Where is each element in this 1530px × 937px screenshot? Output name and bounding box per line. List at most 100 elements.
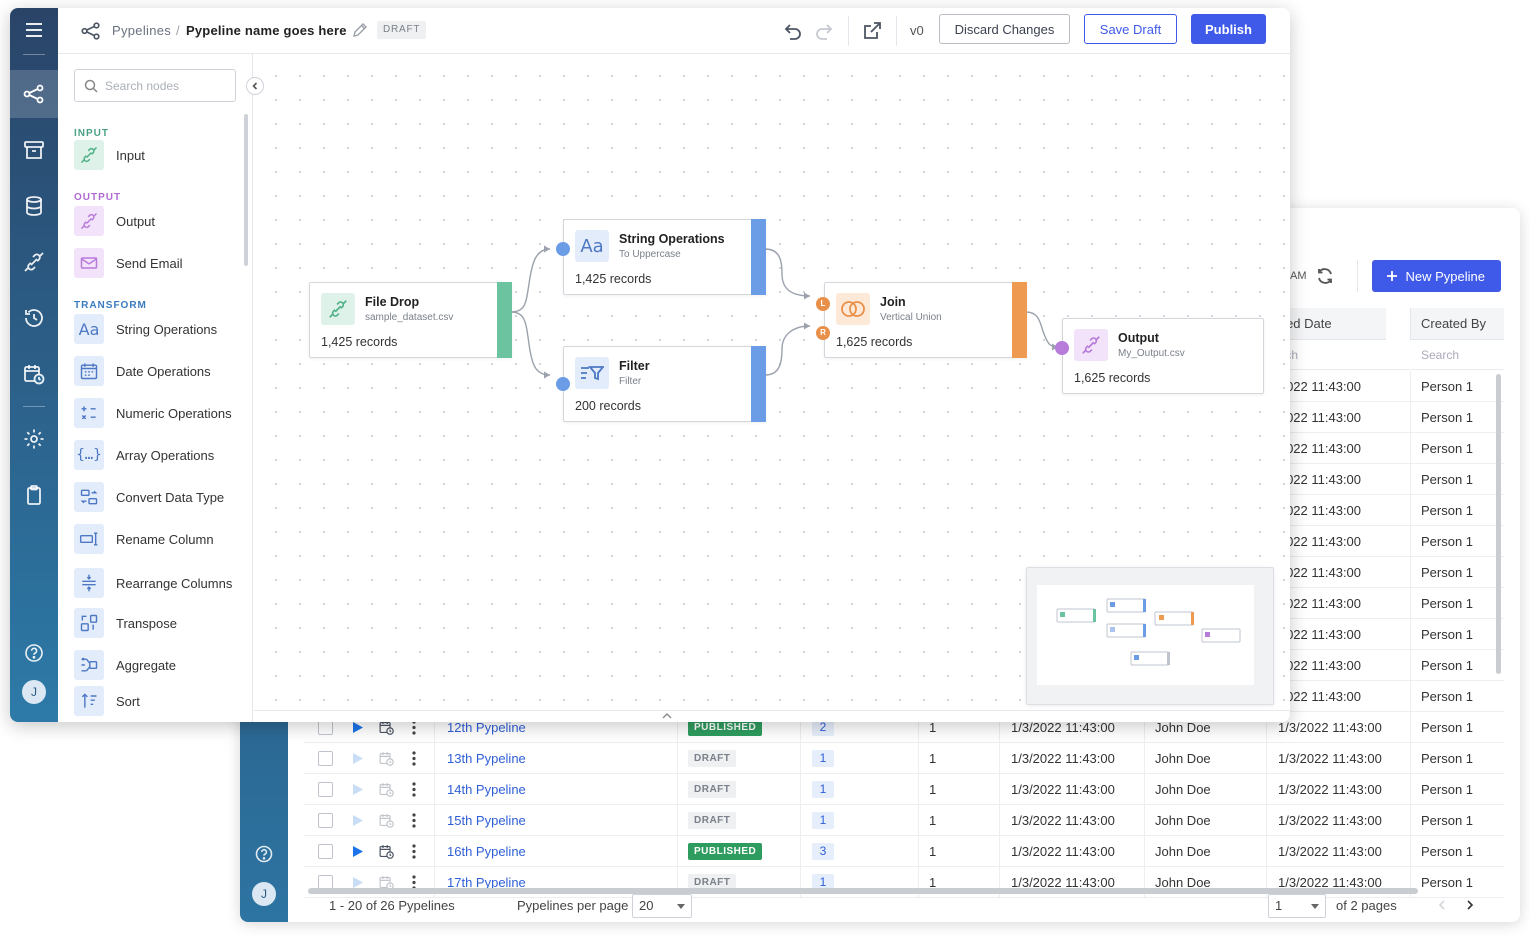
minimap[interactable] [1026,567,1274,705]
palette-item-string-operations[interactable]: Aa String Operations [74,314,244,346]
schedule-icon[interactable] [378,812,395,829]
table-row[interactable]: 3/2022 11:43:00 Person 1 [1264,526,1504,557]
per-page-select[interactable]: 20 [632,894,692,918]
palette-item-convert-data-type[interactable]: Convert Data Type [74,482,244,514]
schedule-icon[interactable] [22,362,46,386]
node-join[interactable]: Join Vertical Union 1,625 records [824,282,1027,358]
table-row[interactable]: 3/2022 11:43:00 Person 1 [1264,371,1504,402]
table-row[interactable]: 15th Pypeline DRAFT 1 1 1/3/2022 11:43:00 Joh… [304,805,1504,836]
play-icon[interactable] [352,814,364,827]
palette-item-send-email[interactable]: Send Email [74,248,244,280]
edit-name-icon[interactable] [352,22,368,38]
row-checkbox[interactable] [318,844,333,859]
pipelines-icon[interactable] [22,82,46,106]
table-row[interactable]: 3/2022 11:43:00 Person 1 [1264,402,1504,433]
palette-item-aggregate[interactable]: Aggregate [74,650,244,682]
horizontal-scrollbar[interactable] [308,888,1418,894]
palette-item-numeric-operations[interactable]: Numeric Operations [74,398,244,430]
node-output-handle[interactable] [751,346,766,422]
join-left-port[interactable]: L [816,297,830,311]
play-icon[interactable] [352,752,364,765]
history-icon[interactable] [22,306,46,330]
table-row[interactable]: 3/2022 11:43:00 Person 1 [1264,588,1504,619]
discard-changes-button[interactable]: Discard Changes [939,14,1070,44]
node-output-handle[interactable] [751,219,766,295]
more-options-icon[interactable] [412,782,416,797]
join-right-port[interactable]: R [816,326,830,340]
play-icon[interactable] [352,845,364,858]
collapse-palette-button[interactable] [246,77,264,95]
row-checkbox[interactable] [318,782,333,797]
palette-item-sort[interactable]: Sort [74,686,244,718]
refresh-icon[interactable] [1315,266,1335,286]
table-row[interactable]: 13th Pypeline DRAFT 1 1 1/3/2022 11:43:00 Joh… [304,743,1504,774]
undo-icon[interactable] [781,20,803,42]
menu-icon[interactable] [22,18,46,42]
palette-item-input[interactable]: Input [74,140,244,172]
row-checkbox[interactable] [318,720,333,735]
more-options-icon[interactable] [412,720,416,735]
connector-icon[interactable] [22,250,46,274]
node-output-handle[interactable] [1012,282,1027,358]
palette-item-rename-column[interactable]: Rename Column [74,524,244,556]
palette-item-transpose[interactable]: Transpose [74,608,244,640]
chevron-up-icon[interactable] [662,713,672,719]
palette-scrollbar[interactable] [244,114,248,266]
pipeline-name-link[interactable]: 14th Pypeline [447,774,526,805]
avatar[interactable]: J [22,680,46,704]
publish-button[interactable]: Publish [1191,14,1266,44]
palette-item-date-operations[interactable]: Date Operations [74,356,244,388]
chevron-right-icon[interactable] [1466,900,1474,910]
input-port[interactable] [556,377,570,391]
row-checkbox[interactable] [318,751,333,766]
input-port[interactable] [1055,341,1069,355]
play-icon[interactable] [352,783,364,796]
palette-item-array-operations[interactable]: {…} Array Operations [74,440,244,472]
palette-item-output[interactable]: Output [74,206,244,238]
palette-item-rearrange-columns[interactable]: Rearrange Columns [74,568,244,600]
column-header-created-by[interactable]: Created By [1411,308,1504,340]
save-draft-button[interactable]: Save Draft [1084,14,1177,44]
avatar[interactable]: J [252,882,276,906]
help-icon[interactable] [254,844,274,864]
row-checkbox[interactable] [318,813,333,828]
table-row[interactable]: 3/2022 11:43:00 Person 1 [1264,650,1504,681]
chevron-left-icon[interactable] [1438,900,1446,910]
help-icon[interactable] [22,641,46,665]
pipeline-name-link[interactable]: 13th Pypeline [447,743,526,774]
pipeline-name-link[interactable]: 15th Pypeline [447,805,526,836]
table-row[interactable]: 3/2022 11:43:00 Person 1 [1264,557,1504,588]
schedule-icon[interactable] [378,750,395,767]
gear-icon[interactable] [22,427,46,451]
open-external-icon[interactable] [861,20,883,42]
breadcrumb-root[interactable]: Pypelines [112,23,171,38]
play-icon[interactable] [352,721,364,734]
pipeline-canvas[interactable]: File Drop sample_dataset.csv 1,425 recor… [254,54,1290,710]
clipboard-icon[interactable] [22,483,46,507]
more-options-icon[interactable] [412,844,416,859]
node-filter[interactable]: Filter Filter 200 records [563,346,766,422]
schedule-icon[interactable] [378,843,395,860]
page-select[interactable]: 1 [1268,894,1326,918]
archive-icon[interactable] [22,138,46,162]
table-row[interactable]: 14th Pypeline DRAFT 1 1 1/3/2022 11:43:00 Joh… [304,774,1504,805]
table-row[interactable]: 3/2022 11:43:00 Person 1 [1264,495,1504,526]
more-options-icon[interactable] [412,813,416,828]
redo-icon[interactable] [814,20,836,42]
table-row[interactable]: 3/2022 11:43:00 Person 1 [1264,464,1504,495]
node-file-drop[interactable]: File Drop sample_dataset.csv 1,425 recor… [309,282,512,358]
table-row[interactable]: 3/2022 11:43:00 Person 1 [1264,619,1504,650]
node-output[interactable]: Output My_Output.csv 1,625 records [1062,318,1264,394]
database-icon[interactable] [22,194,46,218]
table-row[interactable]: 3/2022 11:43:00 Person 1 [1264,681,1504,712]
table-row[interactable]: 3/2022 11:43:00 Person 1 [1264,433,1504,464]
node-string-operations[interactable]: Aa String Operations To Uppercase 1,425 … [563,219,766,295]
node-output-handle[interactable] [497,282,512,358]
table-row[interactable]: 16th Pypeline PUBLISHED 3 1 1/3/2022 11:43:0… [304,836,1504,867]
more-options-icon[interactable] [412,751,416,766]
new-pipeline-button[interactable]: New Pypeline [1371,260,1501,292]
input-port[interactable] [556,242,570,256]
schedule-icon[interactable] [378,781,395,798]
vertical-scrollbar[interactable] [1496,374,1501,674]
created-by-search[interactable]: Search [1411,340,1504,370]
